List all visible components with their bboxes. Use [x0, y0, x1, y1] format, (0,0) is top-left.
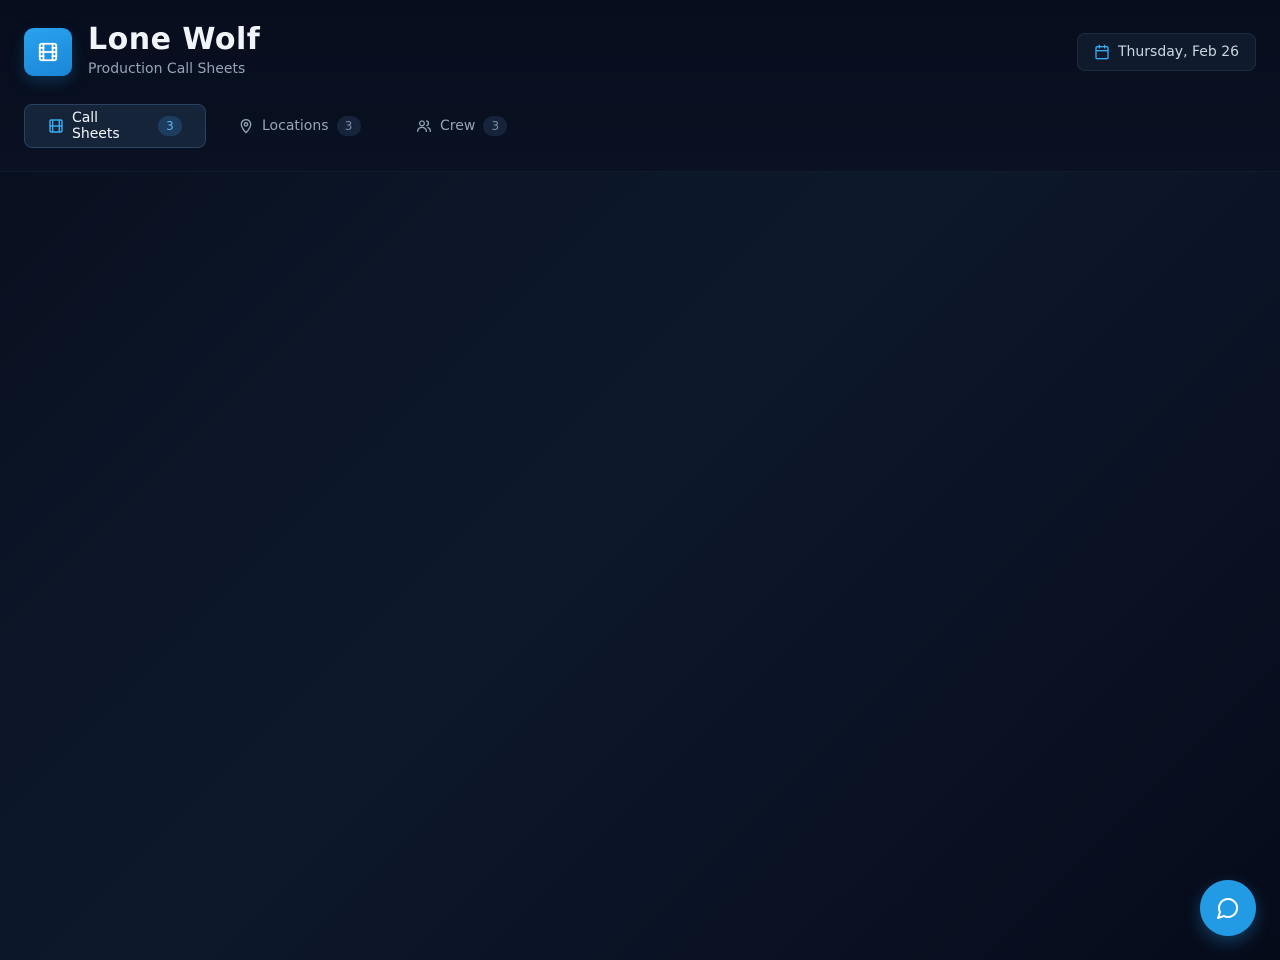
app-title: Lone Wolf	[88, 22, 261, 57]
calendar-icon	[1095, 44, 1109, 60]
tab-count-badge: 3	[158, 116, 182, 136]
film-icon	[49, 119, 63, 133]
top-bar: Lone Wolf Production Call Sheets Thursda…	[0, 0, 1280, 172]
tab-label: Locations	[262, 118, 329, 134]
film-icon	[38, 42, 58, 62]
users-icon	[417, 120, 431, 132]
chat-bubble-icon	[1217, 898, 1238, 919]
tab-crew[interactable]: Crew 3	[393, 104, 530, 148]
date-indicator: Thursday, Feb 26	[1077, 33, 1256, 71]
tab-label: Call Sheets	[71, 110, 120, 142]
chat-button[interactable]	[1200, 880, 1256, 936]
tab-locations[interactable]: Locations 3	[215, 104, 384, 148]
map-pin-icon	[240, 119, 252, 134]
tab-count-badge: 3	[336, 116, 361, 136]
tab-count-badge: 3	[483, 116, 508, 136]
app-subtitle: Production Call Sheets	[88, 61, 246, 77]
tab-call-sheets[interactable]: Call Sheets 3	[24, 104, 206, 148]
app-logo	[24, 28, 72, 76]
tab-label: Crew	[440, 118, 476, 134]
date-text: Thursday, Feb 26	[1117, 44, 1240, 60]
